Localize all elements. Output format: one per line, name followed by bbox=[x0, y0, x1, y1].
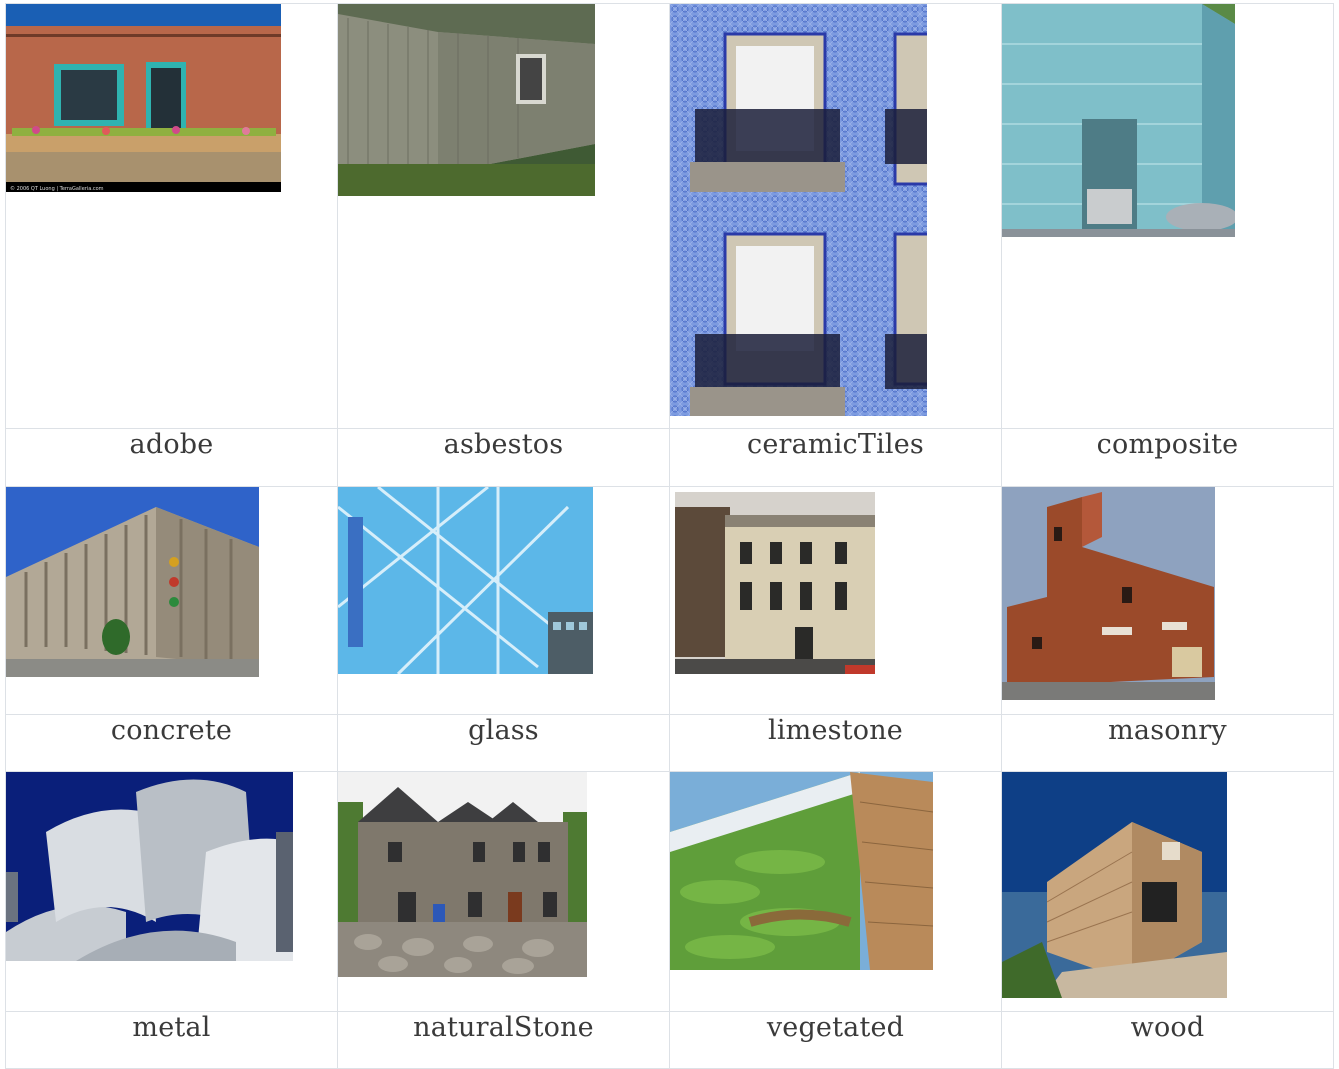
image-cell-masonry bbox=[1001, 486, 1334, 715]
label-wood: wood bbox=[1001, 1011, 1334, 1069]
label-row: concrete glass limestone masonry bbox=[5, 714, 1334, 772]
image-row: © 2006 QT Luong | TerraGalleria.com bbox=[5, 3, 1334, 429]
photo-asbestos[interactable] bbox=[338, 4, 669, 196]
label-row: adobe asbestos ceramicTiles composite bbox=[5, 428, 1334, 487]
label-limestone: limestone bbox=[669, 714, 1002, 772]
label-metal: metal bbox=[5, 1011, 338, 1069]
photo-limestone[interactable] bbox=[670, 487, 1001, 678]
image-cell-metal bbox=[5, 771, 338, 1012]
image-cell-wood bbox=[1001, 771, 1334, 1012]
image-row bbox=[5, 771, 1334, 1012]
photo-naturalStone[interactable] bbox=[338, 772, 669, 977]
label-adobe: adobe bbox=[5, 428, 338, 487]
photo-composite[interactable] bbox=[1002, 4, 1333, 237]
svg-text:© 2006 QT Luong | TerraGalleri: © 2006 QT Luong | TerraGalleria.com bbox=[10, 185, 104, 192]
label-vegetated: vegetated bbox=[669, 1011, 1002, 1069]
label-masonry: masonry bbox=[1001, 714, 1334, 772]
image-cell-concrete bbox=[5, 486, 338, 715]
label-naturalStone: naturalStone bbox=[337, 1011, 670, 1069]
photo-masonry[interactable] bbox=[1002, 487, 1333, 700]
image-cell-glass bbox=[337, 486, 670, 715]
photo-metal[interactable] bbox=[6, 772, 337, 961]
photo-ceramicTiles[interactable] bbox=[670, 4, 1001, 416]
photo-wood[interactable] bbox=[1002, 772, 1333, 998]
image-cell-ceramicTiles bbox=[669, 3, 1002, 429]
label-glass: glass bbox=[337, 714, 670, 772]
image-cell-asbestos bbox=[337, 3, 670, 429]
photo-glass[interactable] bbox=[338, 487, 669, 674]
photo-vegetated[interactable] bbox=[670, 772, 1001, 970]
image-cell-limestone bbox=[669, 486, 1002, 715]
label-asbestos: asbestos bbox=[337, 428, 670, 487]
label-composite: composite bbox=[1001, 428, 1334, 487]
image-row bbox=[5, 486, 1334, 715]
image-cell-adobe: © 2006 QT Luong | TerraGalleria.com bbox=[5, 3, 338, 429]
photo-concrete[interactable] bbox=[6, 487, 337, 677]
label-row: metal naturalStone vegetated wood bbox=[5, 1011, 1334, 1069]
image-cell-composite bbox=[1001, 3, 1334, 429]
image-cell-naturalStone bbox=[337, 771, 670, 1012]
material-grid: © 2006 QT Luong | TerraGalleria.com adob… bbox=[5, 3, 1334, 1069]
photo-adobe[interactable]: © 2006 QT Luong | TerraGalleria.com bbox=[6, 4, 337, 192]
label-ceramicTiles: ceramicTiles bbox=[669, 428, 1002, 487]
image-cell-vegetated bbox=[669, 771, 1002, 1012]
label-concrete: concrete bbox=[5, 714, 338, 772]
